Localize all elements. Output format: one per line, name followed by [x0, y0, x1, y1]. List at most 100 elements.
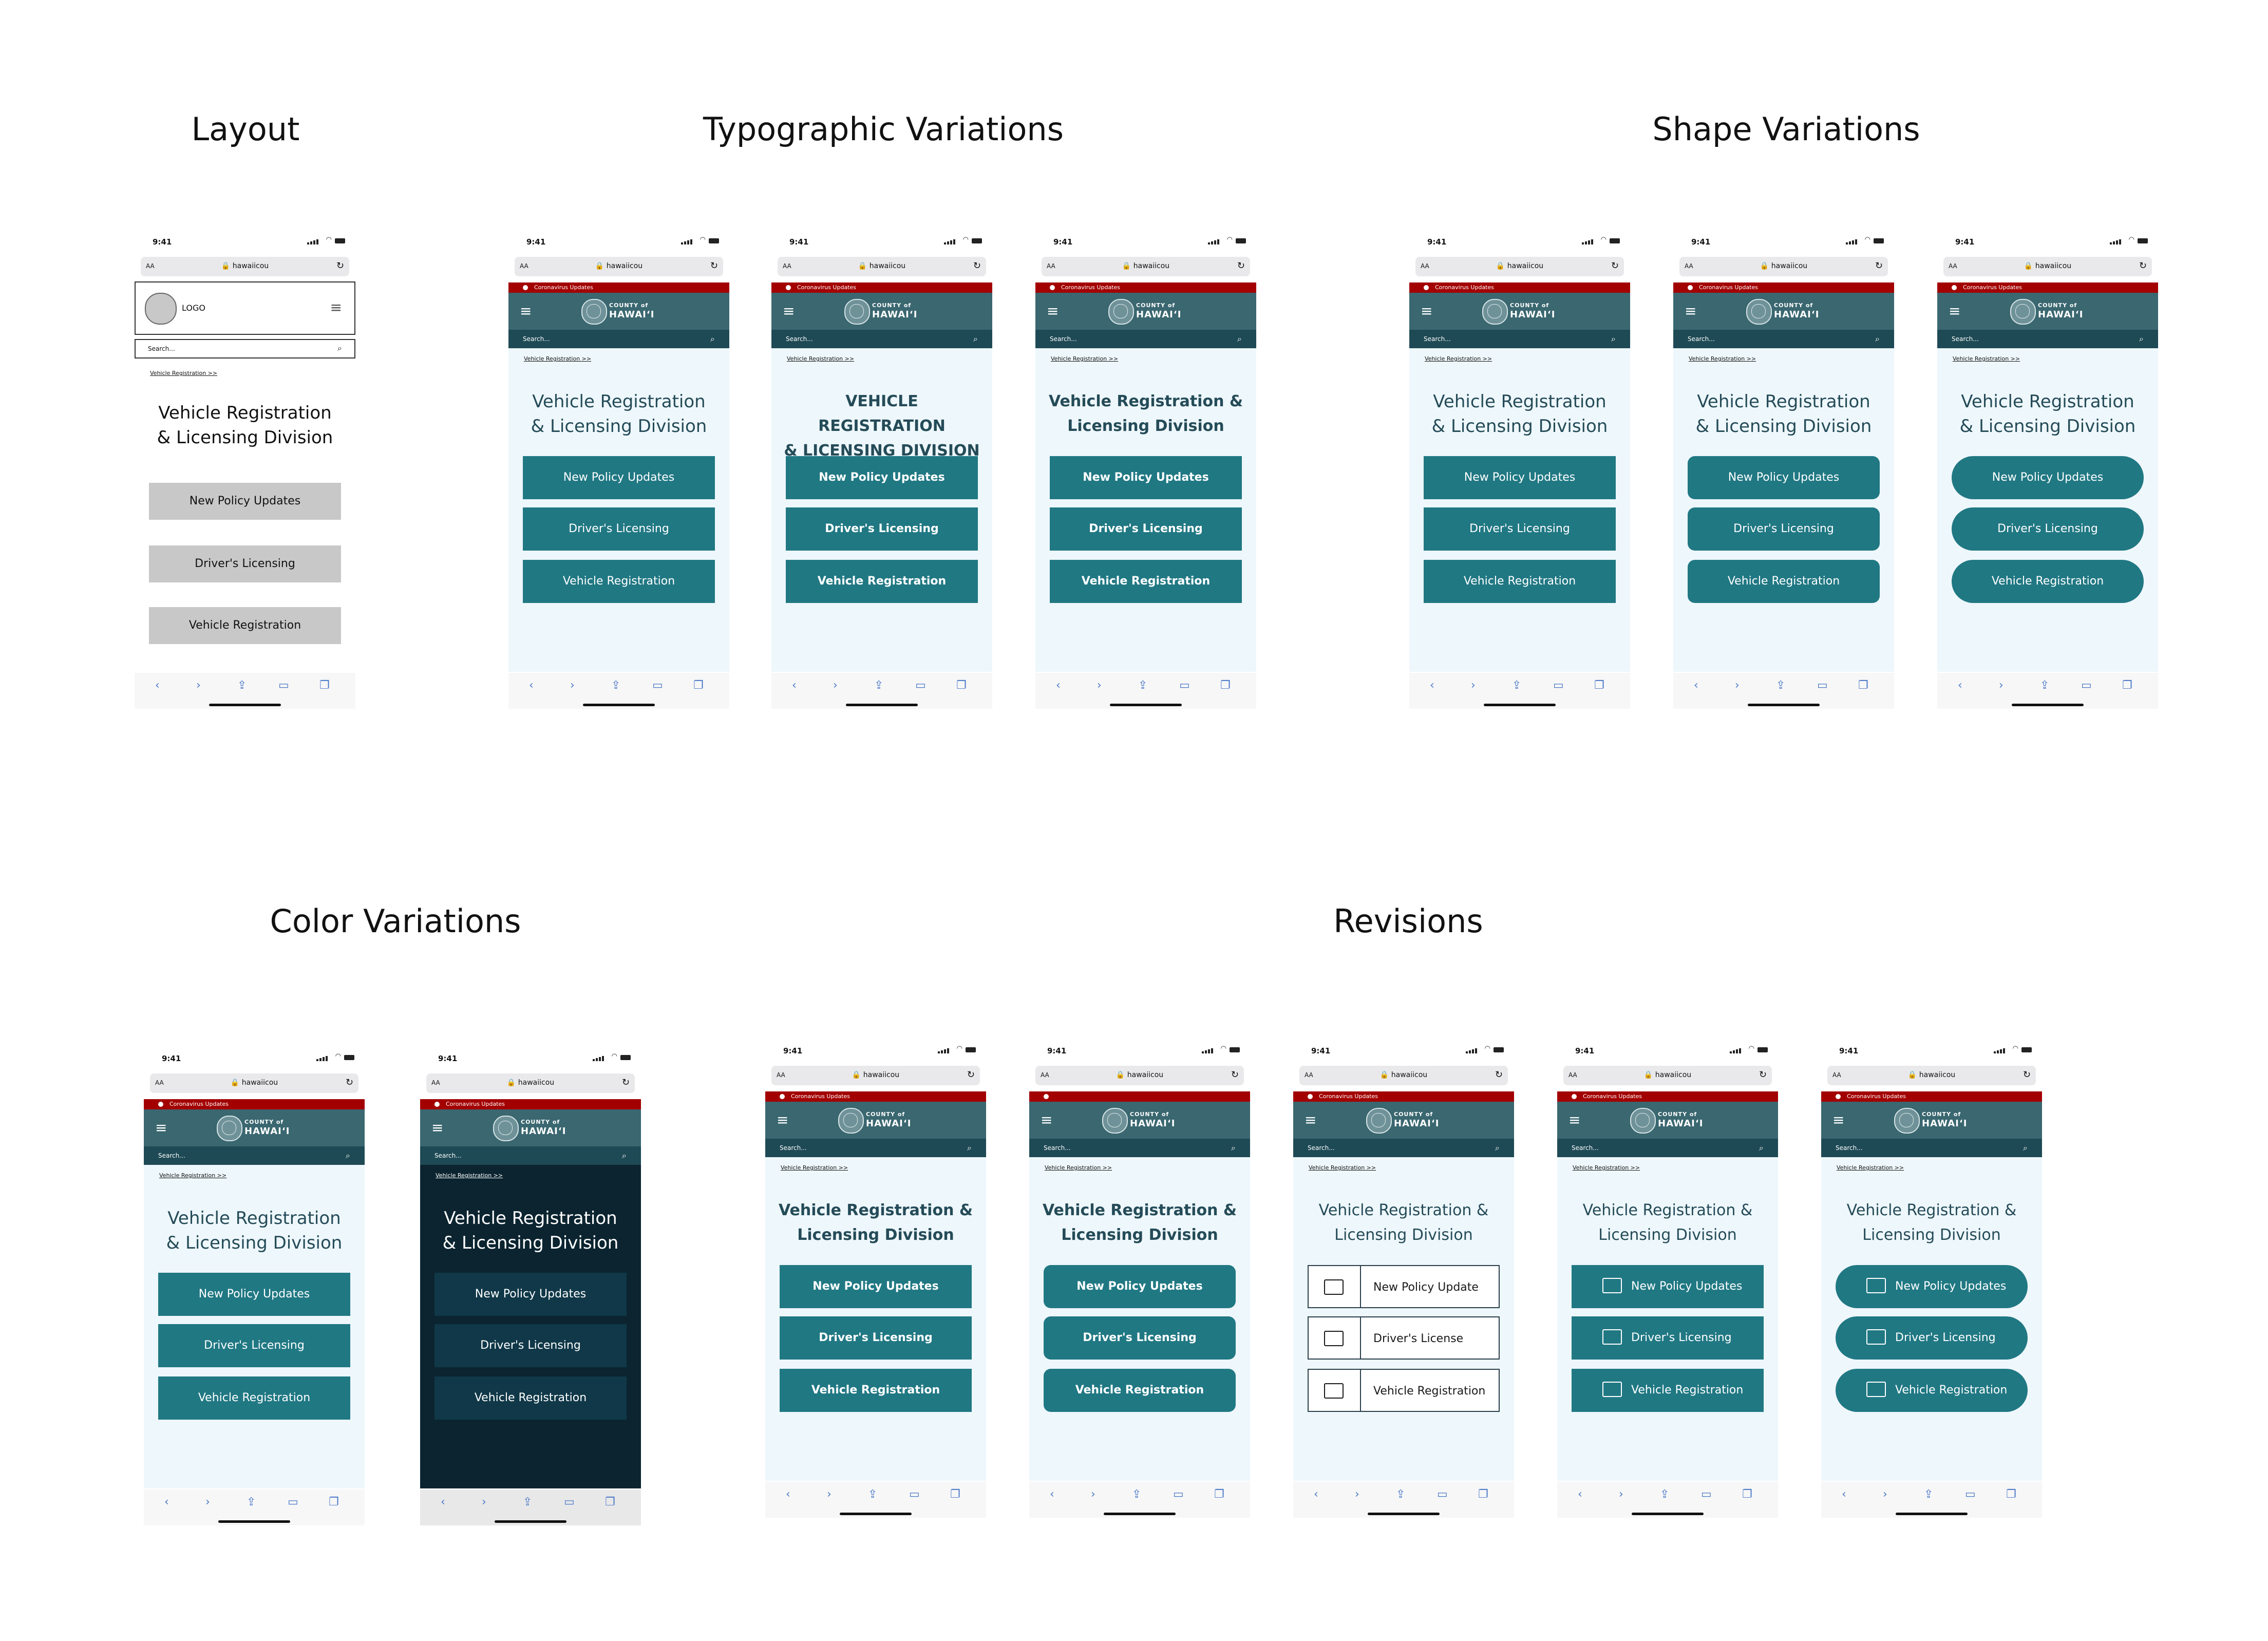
- reload-icon[interactable]: ↻: [1611, 260, 1619, 271]
- breadcrumb[interactable]: Vehicle Registration >>: [436, 1172, 503, 1179]
- bookmarks-icon[interactable]: ▭: [1173, 1488, 1184, 1501]
- url-bar[interactable]: AA 🔒 hawaiicou ↻: [1415, 257, 1624, 276]
- bookmarks-icon[interactable]: ▭: [1437, 1488, 1448, 1501]
- bookmarks-icon[interactable]: ▭: [909, 1488, 920, 1501]
- alert-banner[interactable]: Coronavirus Updates: [144, 1099, 365, 1109]
- nav-button[interactable]: Vehicle Registration: [1836, 1369, 2028, 1412]
- alert-banner[interactable]: Coronavirus Updates: [1557, 1091, 1778, 1102]
- nav-button[interactable]: Driver's Licensing: [786, 507, 978, 551]
- breadcrumb[interactable]: Vehicle Registration >>: [1309, 1164, 1376, 1171]
- bookmarks-icon[interactable]: ▭: [915, 679, 926, 692]
- search-icon[interactable]: ⌕: [973, 334, 978, 344]
- menu-icon[interactable]: ≡: [1832, 1113, 1844, 1127]
- bookmarks-icon[interactable]: ▭: [288, 1496, 298, 1508]
- menu-icon[interactable]: ≡: [1685, 304, 1696, 318]
- breadcrumb[interactable]: Vehicle Registration >>: [781, 1164, 848, 1171]
- tabs-icon[interactable]: ❐: [693, 679, 704, 692]
- forward-icon[interactable]: ›: [833, 679, 838, 692]
- nav-button[interactable]: New Policy Updates: [1836, 1265, 2028, 1308]
- nav-button[interactable]: New Policy Updates: [1050, 456, 1242, 499]
- alert-banner[interactable]: Coronavirus Updates: [1293, 1091, 1514, 1102]
- search-input[interactable]: Search... ⌕: [1937, 330, 2158, 348]
- forward-icon[interactable]: ›: [1471, 679, 1476, 692]
- alert-banner[interactable]: Coronavirus Updates: [1035, 282, 1256, 293]
- nav-button[interactable]: Driver's Licensing: [1952, 507, 2144, 551]
- back-icon[interactable]: ‹: [1050, 1488, 1054, 1501]
- forward-icon[interactable]: ›: [1619, 1488, 1623, 1501]
- url-bar[interactable]: AA 🔒 hawaiicou ↻: [778, 257, 986, 276]
- reload-icon[interactable]: ↻: [1875, 260, 1883, 271]
- reload-icon[interactable]: ↻: [1759, 1069, 1767, 1080]
- nav-button[interactable]: Driver's Licensing: [1050, 507, 1242, 551]
- breadcrumb[interactable]: Vehicle Registration >>: [1573, 1164, 1640, 1171]
- search-input[interactable]: Search... ⌕: [1035, 330, 1256, 348]
- search-icon[interactable]: ⌕: [2023, 1143, 2028, 1153]
- alert-banner[interactable]: Coronavirus Updates: [765, 1091, 986, 1102]
- nav-button[interactable]: Vehicle Registration: [1050, 560, 1242, 603]
- search-input[interactable]: Search... ⌕: [144, 1146, 365, 1165]
- tabs-icon[interactable]: ❐: [329, 1496, 339, 1508]
- menu-icon[interactable]: ≡: [1421, 304, 1432, 318]
- share-icon[interactable]: ⇪: [1132, 1488, 1141, 1501]
- back-icon[interactable]: ‹: [1694, 679, 1698, 692]
- reload-icon[interactable]: ↻: [1231, 1069, 1239, 1080]
- tabs-icon[interactable]: ❐: [1214, 1488, 1224, 1501]
- search-input[interactable]: Search... ⌕: [771, 330, 992, 348]
- bookmarks-icon[interactable]: ▭: [278, 679, 289, 692]
- nav-button[interactable]: Driver's Licensing: [780, 1316, 972, 1360]
- reload-icon[interactable]: ↻: [2023, 1069, 2031, 1080]
- nav-button[interactable]: New Policy Updates: [1044, 1265, 1236, 1308]
- share-icon[interactable]: ⇪: [1138, 679, 1147, 692]
- nav-button[interactable]: Driver's Licensing: [1572, 1316, 1764, 1360]
- share-icon[interactable]: ⇪: [237, 679, 247, 692]
- search-icon[interactable]: ⌕: [346, 1150, 350, 1161]
- alert-banner[interactable]: Coronavirus Updates: [1937, 282, 2158, 293]
- nav-button[interactable]: Vehicle Registration: [1308, 1369, 1500, 1412]
- back-icon[interactable]: ‹: [441, 1496, 445, 1508]
- alert-banner[interactable]: [1029, 1091, 1250, 1102]
- back-icon[interactable]: ‹: [155, 679, 160, 692]
- share-icon[interactable]: ⇪: [1924, 1488, 1933, 1501]
- breadcrumb[interactable]: Vehicle Registration >>: [1837, 1164, 1904, 1171]
- menu-icon[interactable]: ≡: [520, 304, 532, 318]
- nav-button[interactable]: New Policy Updates: [1688, 456, 1880, 499]
- reload-icon[interactable]: ↻: [967, 1069, 975, 1080]
- nav-button[interactable]: Vehicle Registration: [780, 1369, 972, 1412]
- nav-button[interactable]: New Policy Updates: [523, 456, 715, 499]
- alert-banner[interactable]: Coronavirus Updates: [508, 282, 729, 293]
- forward-icon[interactable]: ›: [570, 679, 575, 692]
- bookmarks-icon[interactable]: ▭: [1965, 1488, 1976, 1501]
- back-icon[interactable]: ‹: [1314, 1488, 1318, 1501]
- search-icon[interactable]: ⌕: [1875, 334, 1880, 344]
- breadcrumb[interactable]: Vehicle Registration >>: [1051, 355, 1118, 362]
- reload-icon[interactable]: ↻: [622, 1077, 630, 1088]
- nav-button[interactable]: New Policy Updates: [1572, 1265, 1764, 1308]
- share-icon[interactable]: ⇪: [1396, 1488, 1405, 1501]
- back-icon[interactable]: ‹: [529, 679, 534, 692]
- url-bar[interactable]: AA 🔒 hawaiicou ↻: [150, 1073, 358, 1093]
- tabs-icon[interactable]: ❐: [605, 1496, 615, 1508]
- search-input[interactable]: Search... ⌕: [420, 1146, 641, 1165]
- breadcrumb[interactable]: Vehicle Registration >>: [1425, 355, 1492, 362]
- nav-button[interactable]: Vehicle Registration: [523, 560, 715, 603]
- bookmarks-icon[interactable]: ▭: [652, 679, 663, 692]
- search-icon[interactable]: ⌕: [2139, 334, 2144, 344]
- nav-button[interactable]: Vehicle Registration: [1688, 560, 1880, 603]
- reload-icon[interactable]: ↻: [973, 260, 981, 271]
- tabs-icon[interactable]: ❐: [950, 1488, 960, 1501]
- search-icon[interactable]: ⌕: [1495, 1143, 1500, 1153]
- tabs-icon[interactable]: ❐: [2122, 679, 2132, 692]
- share-icon[interactable]: ⇪: [874, 679, 883, 692]
- share-icon[interactable]: ⇪: [868, 1488, 877, 1501]
- menu-icon[interactable]: ≡: [155, 1121, 167, 1135]
- menu-icon[interactable]: ≡: [783, 304, 795, 318]
- breadcrumb[interactable]: Vehicle Registration >>: [1689, 355, 1756, 362]
- forward-icon[interactable]: ›: [1883, 1488, 1887, 1501]
- search-input[interactable]: Search... ⌕: [135, 339, 355, 359]
- nav-button[interactable]: New Policy Updates: [149, 483, 341, 520]
- share-icon[interactable]: ⇪: [1512, 679, 1521, 692]
- reload-icon[interactable]: ↻: [1495, 1069, 1503, 1080]
- forward-icon[interactable]: ›: [196, 679, 201, 692]
- search-icon[interactable]: ⌕: [1759, 1143, 1764, 1153]
- nav-button[interactable]: Driver's Licensing: [149, 545, 341, 582]
